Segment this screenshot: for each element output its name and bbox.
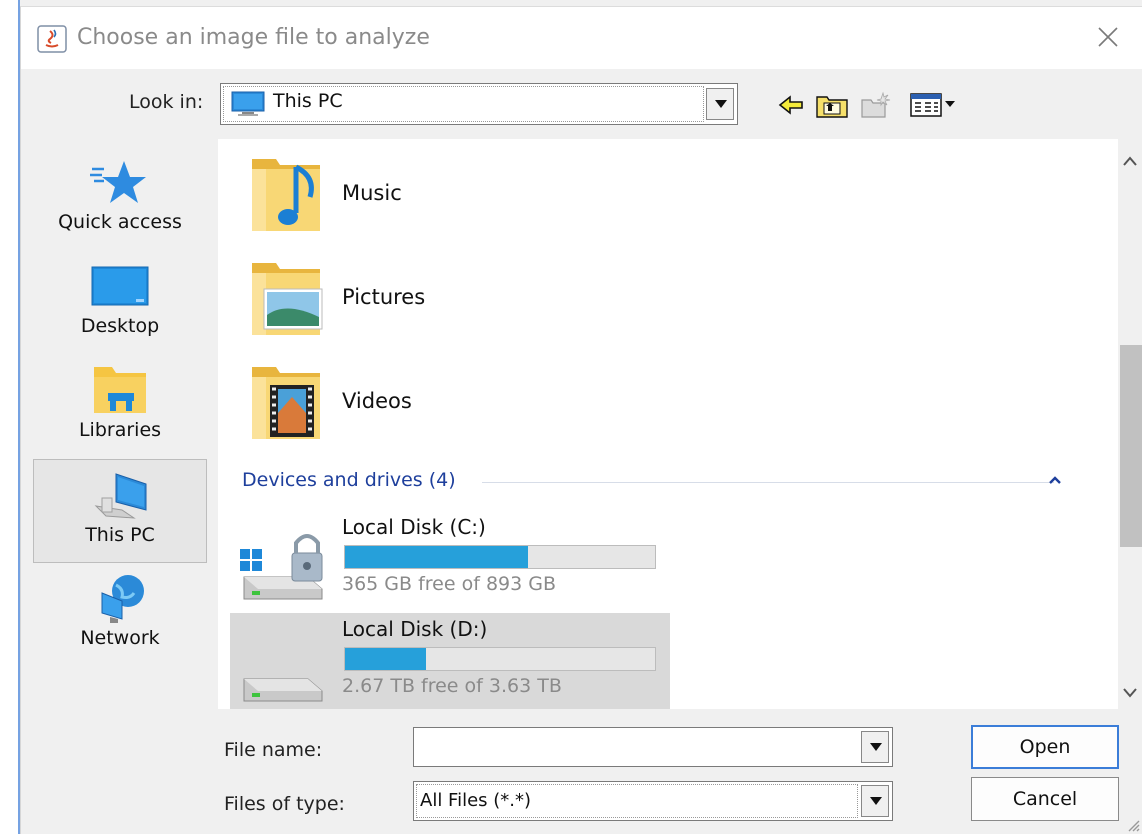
drive-name: Local Disk (C:)	[342, 515, 486, 539]
devices-group-header[interactable]: Devices and drives (4)	[242, 469, 1082, 499]
videos-folder-icon	[252, 367, 320, 439]
list-item-videos[interactable]: Videos	[246, 361, 646, 465]
title-bar[interactable]: Choose an image file to analyze	[21, 7, 1142, 69]
look-in-label: Look in:	[129, 91, 204, 113]
place-network[interactable]: Network	[33, 563, 207, 667]
vertical-scrollbar[interactable]	[1118, 139, 1142, 709]
open-button[interactable]: Open	[971, 725, 1119, 769]
drive-usage-fill	[345, 546, 528, 568]
pictures-folder-icon	[252, 263, 323, 335]
back-icon[interactable]	[776, 91, 806, 119]
look-in-dropdown-button[interactable]	[706, 88, 734, 120]
group-divider	[482, 482, 1054, 483]
file-name-combo[interactable]	[413, 727, 893, 767]
item-name: Music	[342, 181, 402, 205]
up-one-level-icon[interactable]	[815, 91, 849, 119]
window-title: Choose an image file to analyze	[77, 25, 430, 50]
create-new-folder-icon[interactable]	[859, 91, 893, 119]
place-label: Quick access	[58, 211, 182, 233]
drive-usage-fill	[345, 648, 426, 670]
drive-free-space: 2.67 TB free of 3.63 TB	[342, 675, 562, 697]
file-name-dropdown-button[interactable]	[861, 731, 889, 763]
system-drive-icon	[240, 534, 323, 600]
drive-usage-bar	[344, 647, 656, 671]
look-in-combo[interactable]: This PC	[220, 83, 738, 125]
chevron-down-icon	[870, 743, 882, 751]
file-name-input[interactable]	[416, 730, 856, 764]
computer-icon	[94, 473, 147, 519]
background-window-edge	[0, 0, 20, 834]
place-desktop[interactable]: Desktop	[33, 251, 207, 355]
chevron-down-icon	[715, 100, 727, 108]
file-list[interactable]: Music Pictures Videos Devices and drives…	[218, 139, 1118, 709]
group-title: Devices and drives (4)	[242, 469, 456, 491]
drive-name: Local Disk (D:)	[342, 617, 488, 641]
file-name-label: File name:	[224, 739, 323, 761]
close-icon[interactable]	[1092, 21, 1124, 53]
look-in-value: This PC	[273, 90, 343, 112]
item-name: Pictures	[342, 285, 426, 309]
places-bar: Quick access Desktop Libraries This PC N…	[33, 147, 209, 677]
place-label: Desktop	[80, 315, 160, 337]
place-libraries[interactable]: Libraries	[33, 355, 207, 459]
place-label: This PC	[85, 524, 155, 546]
java-app-icon	[37, 25, 67, 53]
desktop-icon	[91, 266, 149, 306]
place-quick-access[interactable]: Quick access	[33, 147, 207, 251]
scroll-up-icon[interactable]	[1122, 155, 1138, 167]
hard-drive-icon	[243, 678, 323, 702]
resize-grip-icon[interactable]	[1124, 816, 1140, 832]
files-of-type-value: All Files (*.*)	[420, 790, 532, 811]
list-item-drive-c[interactable]: Local Disk (C:) 365 GB free of 893 GB	[230, 511, 670, 611]
item-name: Videos	[342, 389, 412, 413]
music-folder-icon	[252, 159, 320, 231]
libraries-icon	[94, 367, 146, 413]
drive-free-space: 365 GB free of 893 GB	[342, 573, 557, 595]
chevron-down-icon	[870, 797, 882, 805]
files-of-type-dropdown-button[interactable]	[861, 785, 889, 817]
files-of-type-label: Files of type:	[224, 793, 345, 815]
list-item-music[interactable]: Music	[246, 153, 646, 257]
computer-icon	[231, 91, 265, 116]
place-this-pc[interactable]: This PC	[33, 459, 207, 563]
view-menu-icon[interactable]	[909, 91, 961, 119]
list-item-pictures[interactable]: Pictures	[246, 257, 646, 361]
drive-usage-bar	[344, 545, 656, 569]
list-item-drive-d[interactable]: Local Disk (D:) 2.67 TB free of 3.63 TB	[230, 613, 670, 709]
file-chooser-dialog: Choose an image file to analyze Look in:…	[20, 6, 1142, 834]
place-label: Network	[80, 627, 160, 649]
chevron-up-icon[interactable]	[1048, 475, 1062, 485]
scroll-thumb[interactable]	[1120, 345, 1142, 547]
place-label: Libraries	[78, 419, 162, 441]
star-icon	[90, 161, 146, 203]
files-of-type-combo[interactable]: All Files (*.*)	[413, 781, 893, 821]
scroll-down-icon[interactable]	[1122, 687, 1138, 699]
network-icon	[101, 575, 144, 623]
cancel-button[interactable]: Cancel	[971, 777, 1119, 821]
